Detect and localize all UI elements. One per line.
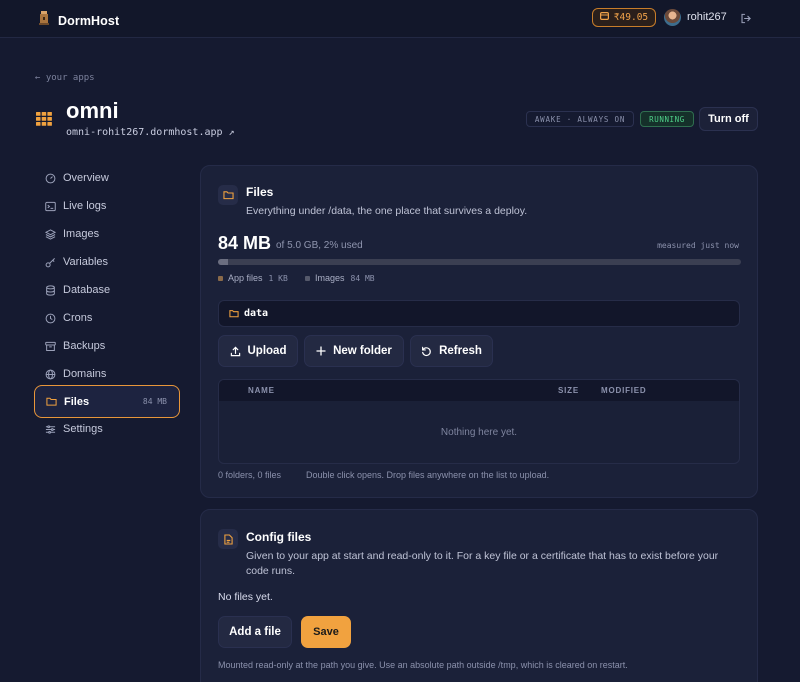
storage-bar-fill	[218, 259, 229, 265]
brand-name: DormHost	[58, 13, 120, 28]
app-name: omni	[66, 98, 119, 123]
gauge-icon	[45, 173, 56, 184]
add-file-button[interactable]: Add a file	[218, 616, 292, 648]
credit-balance-button[interactable]: ₹49.05	[592, 8, 656, 27]
sidebar-item-label: Files	[64, 395, 90, 408]
legend-swatch	[218, 275, 223, 281]
legend-value: 1 KB	[268, 273, 288, 283]
config-description-line2: code runs.	[246, 565, 296, 577]
sidebar-item-live-logs[interactable]: Live logs	[34, 191, 180, 221]
folder-icon	[218, 185, 238, 205]
refresh-button[interactable]: Refresh	[410, 335, 493, 367]
folder-icon	[46, 396, 57, 407]
sidebar-item-label: Variables	[63, 256, 109, 268]
storage-used: 84 MB	[218, 233, 272, 253]
no-config-files: No files yet.	[218, 591, 273, 603]
storage-bar	[218, 259, 741, 265]
app-url-link[interactable]: omni-rohit267.dormhost.app ↗	[66, 127, 235, 138]
column-name[interactable]: NAME	[248, 386, 275, 395]
upload-button[interactable]: Upload	[218, 335, 298, 367]
wallet-icon	[599, 12, 609, 23]
folder-icon	[229, 309, 239, 318]
clock-icon	[45, 313, 56, 324]
app-grid-icon	[36, 112, 52, 131]
storage-quota: of 5.0 GB, 2% used	[276, 240, 363, 251]
path-segment[interactable]: data	[244, 308, 268, 319]
files-table: NAME SIZE MODIFIED Nothing here yet.	[218, 379, 740, 464]
sidebar-item-label: Settings	[63, 423, 103, 435]
config-title: Config files	[246, 530, 312, 544]
legend-label: Images	[315, 273, 345, 283]
sidebar-item-variables[interactable]: Variables	[34, 247, 180, 277]
terminal-icon	[45, 201, 56, 212]
sidebar-item-images[interactable]: Images	[34, 219, 180, 249]
credit-amount: ₹49.05	[613, 12, 649, 23]
path-breadcrumb[interactable]: data	[218, 300, 740, 327]
tower-logo-icon	[38, 10, 50, 31]
layers-icon	[45, 228, 56, 240]
upload-label: Upload	[247, 345, 287, 357]
table-header: NAME SIZE MODIFIED	[219, 380, 739, 401]
brand[interactable]: DormHost	[38, 10, 119, 31]
measured-time: measured just now	[657, 241, 739, 250]
sidebar-item-database[interactable]: Database	[34, 275, 180, 305]
legend-images: Images 84 MB	[305, 273, 375, 283]
sidebar-item-label: Crons	[63, 312, 93, 324]
avatar[interactable]	[664, 9, 681, 26]
config-note: Mounted read-only at the path you give. …	[218, 660, 628, 670]
files-description: Everything under /data, the one place th…	[246, 205, 528, 217]
files-card: Files Everything under /data, the one pl…	[200, 165, 758, 498]
files-count: 0 folders, 0 files	[218, 470, 282, 480]
plus-icon	[316, 346, 326, 356]
back-to-apps-link[interactable]: ← your apps	[35, 73, 95, 83]
column-modified[interactable]: MODIFIED	[601, 386, 647, 395]
sidebar-item-backups[interactable]: Backups	[34, 331, 180, 361]
sidebar-item-overview[interactable]: Overview	[34, 163, 180, 193]
new-folder-label: New folder	[333, 345, 392, 357]
files-title: Files	[246, 185, 274, 199]
archive-icon	[45, 341, 56, 352]
config-files-card: Config files Given to your app at start …	[200, 509, 758, 682]
key-icon	[45, 257, 56, 268]
upload-icon	[230, 346, 241, 357]
empty-state: Nothing here yet.	[440, 427, 518, 438]
refresh-label: Refresh	[439, 345, 482, 357]
legend-swatch	[305, 275, 310, 281]
logout-icon[interactable]	[740, 11, 751, 29]
files-hint: Double click opens. Drop files anywhere …	[306, 470, 550, 480]
globe-icon	[45, 369, 56, 380]
legend-app-files: App files 1 KB	[218, 273, 288, 283]
sliders-icon	[45, 424, 56, 435]
sidebar-item-settings[interactable]: Settings	[34, 414, 180, 444]
file-icon	[218, 529, 238, 549]
sidebar-item-label: Overview	[63, 172, 109, 184]
config-description-line1: Given to your app at start and read-only…	[246, 550, 719, 562]
save-button[interactable]: Save	[301, 616, 351, 648]
status-running-badge: RUNNING	[640, 111, 694, 127]
legend-label: App files	[228, 273, 263, 283]
sidebar-item-label: Live logs	[63, 200, 107, 212]
sidebar-item-label: Images	[63, 228, 100, 240]
database-icon	[45, 284, 56, 296]
username[interactable]: rohit267	[687, 11, 727, 23]
column-size[interactable]: SIZE	[558, 386, 579, 395]
files-size-badge: 84 MB	[142, 397, 167, 406]
status-mode-badge: AWAKE · ALWAYS ON	[526, 111, 634, 127]
top-bar: DormHost ₹49.05 rohit267	[0, 0, 800, 38]
refresh-icon	[421, 346, 432, 357]
sidebar-item-crons[interactable]: Crons	[34, 303, 180, 333]
sidebar-item-label: Domains	[63, 368, 107, 380]
sidebar-item-label: Backups	[63, 340, 106, 352]
turn-off-button[interactable]: Turn off	[699, 107, 758, 131]
new-folder-button[interactable]: New folder	[304, 335, 404, 367]
sidebar-item-label: Database	[63, 284, 111, 296]
legend-value: 84 MB	[350, 273, 375, 283]
